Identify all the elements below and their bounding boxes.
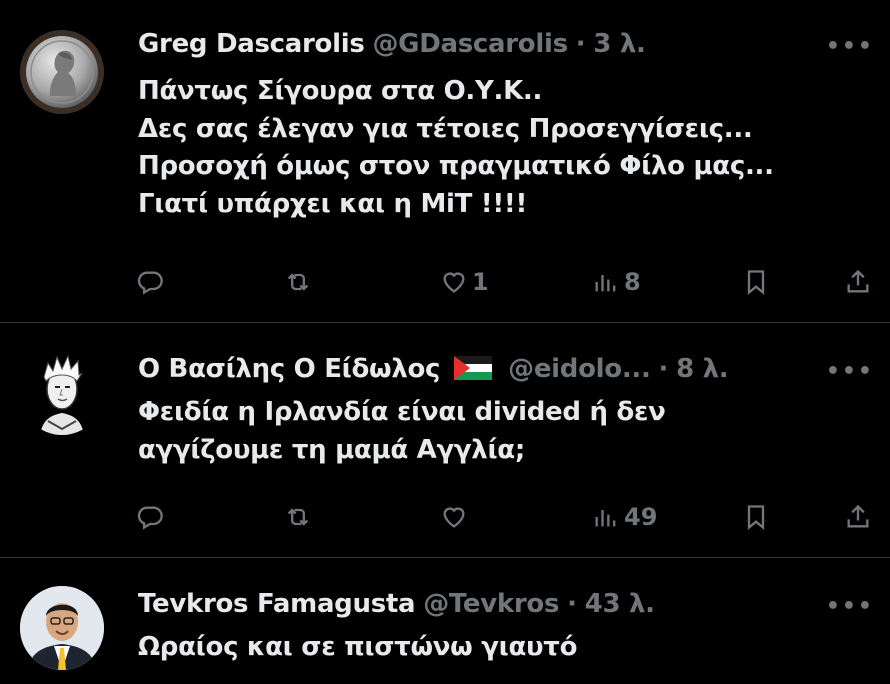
tweet[interactable]: Tevkros Famagusta @Tevkros · 43 λ. ••• Ω… (0, 558, 890, 684)
like-button[interactable]: 1 (440, 262, 489, 302)
timestamp[interactable]: 43 λ. (585, 589, 655, 619)
coin-avatar-image (20, 30, 104, 114)
view-count: 8 (624, 268, 641, 296)
retweet-icon (287, 273, 309, 291)
avatar[interactable] (20, 351, 104, 435)
more-icon[interactable]: ••• (826, 594, 874, 619)
handle[interactable]: @GDascarolis (372, 29, 568, 59)
views-button[interactable]: 49 (592, 497, 657, 537)
reply-icon (137, 271, 163, 295)
like-icon (443, 272, 465, 293)
more-icon[interactable]: ••• (826, 34, 874, 59)
bookmark-button[interactable] (742, 262, 770, 302)
sketch-portrait-avatar-image (20, 351, 104, 435)
tweet-text-line: αγγίζουμε τη μαμά Αγγλία; (138, 434, 525, 465)
action-bar: 1 8 (0, 262, 890, 302)
like-button[interactable] (440, 497, 472, 537)
timestamp[interactable]: 3 λ. (593, 29, 646, 59)
tweet-text-line: Γιατί υπάρχει και η ΜiΤ !!!! (138, 188, 528, 219)
display-name[interactable]: Ο Βασίλης Ο Είδωλος (138, 354, 440, 384)
tweet-header: Ο Βασίλης Ο Είδωλος @eidolo... · 8 λ. (138, 353, 870, 385)
share-button[interactable] (844, 497, 872, 537)
share-icon (847, 269, 869, 293)
reply-feed: Greg Dascarolis @GDascarolis · 3 λ. ••• … (0, 0, 890, 684)
views-button[interactable]: 8 (592, 262, 641, 302)
tweet-text: Φειδία η Ιρλανδία είναι divided ή δεν αγ… (138, 394, 870, 469)
handle[interactable]: @Tevkros (423, 589, 559, 619)
retweet-button[interactable] (284, 497, 312, 537)
tweet-header: Tevkros Famagusta @Tevkros · 43 λ. (138, 588, 870, 620)
avatar[interactable] (20, 30, 104, 114)
man-in-suit-avatar-image (20, 586, 104, 670)
display-name[interactable]: Greg Dascarolis (138, 29, 365, 59)
separator: · (567, 589, 577, 619)
handle[interactable]: @eidolo... (508, 354, 651, 384)
views-icon (595, 510, 616, 527)
bookmark-icon (747, 270, 765, 295)
tweet-text-line: Δες σας έλεγαν για τέτοιες Προσεγγίσεις.… (138, 113, 753, 144)
retweet-button[interactable] (284, 262, 312, 302)
separator: · (658, 354, 669, 384)
bookmark-icon (747, 505, 765, 530)
palestine-flag-icon (454, 356, 493, 380)
separator: · (575, 29, 586, 59)
tweet-text-line: Φειδία η Ιρλανδία είναι divided ή δεν (138, 397, 666, 427)
bookmark-button[interactable] (742, 497, 770, 537)
reply-button[interactable] (136, 497, 164, 537)
views-icon (595, 275, 616, 292)
more-icon[interactable]: ••• (826, 359, 874, 384)
like-count: 1 (472, 268, 489, 296)
tweet-text-line: Προσοχή όμως στον πραγματικό Φίλο μας... (138, 151, 774, 181)
tweet-text-line: Ωραίος και σε πιστώνω γιαυτό (138, 632, 578, 662)
tweet-text: Ωραίος και σε πιστώνω γιαυτό (138, 629, 870, 667)
tweet[interactable]: Ο Βασίλης Ο Είδωλος @eidolo... · 8 λ. ••… (0, 323, 890, 557)
share-icon (847, 504, 869, 528)
share-button[interactable] (844, 262, 872, 302)
tweet-text-line: Πάντως Σίγουρα στα Ο.Υ.Κ.. (138, 76, 543, 106)
action-bar: 49 (0, 497, 890, 537)
retweet-icon (287, 508, 309, 526)
display-name[interactable]: Tevkros Famagusta (138, 589, 416, 619)
reply-button[interactable] (136, 262, 164, 302)
tweet-text: Πάντως Σίγουρα στα Ο.Υ.Κ.. Δες σας έλεγα… (138, 73, 870, 223)
like-icon (443, 507, 465, 528)
avatar[interactable] (20, 586, 104, 670)
view-count: 49 (624, 503, 658, 531)
tweet-header: Greg Dascarolis @GDascarolis · 3 λ. (138, 28, 870, 60)
tweet[interactable]: Greg Dascarolis @GDascarolis · 3 λ. ••• … (0, 0, 890, 322)
timestamp[interactable]: 8 λ. (676, 354, 729, 384)
reply-icon (137, 506, 163, 530)
